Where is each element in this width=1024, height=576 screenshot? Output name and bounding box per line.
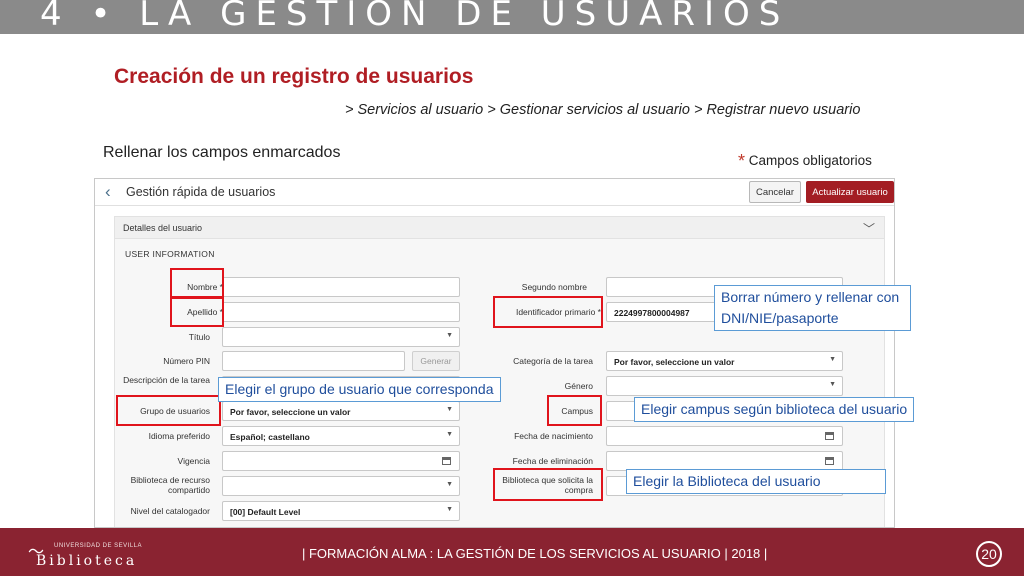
calendar-icon[interactable] [825, 432, 834, 440]
calendar-icon[interactable] [442, 457, 451, 465]
callout-identificador: Borrar número y rellenar con DNI/NIE/pas… [714, 285, 911, 331]
categoria-tarea-value: Por favor, seleccione un valor [614, 357, 735, 367]
nombre-input[interactable] [222, 277, 460, 297]
fecha-eliminacion-input[interactable] [606, 451, 843, 471]
dropdown-arrow-icon: ▼ [446, 332, 453, 339]
numero-pin-label: Número PIN [163, 356, 210, 366]
dropdown-arrow-icon: ▼ [446, 481, 453, 488]
dropdown-arrow-icon: ▼ [446, 506, 453, 513]
logo-name-text: Biblioteca [36, 553, 138, 569]
biblioteca-recurso-select[interactable]: ▼ [222, 476, 460, 496]
idioma-select[interactable]: Español; castellano ▼ [222, 426, 460, 446]
alma-page-title: Gestión rápida de usuarios [126, 185, 276, 199]
footer-text: | FORMACIÓN ALMA : LA GESTIÓN DE LOS SER… [302, 546, 768, 561]
dropdown-arrow-icon: ▼ [829, 356, 836, 363]
grupo-usuarios-select[interactable]: Por favor, seleccione un valor ▼ [222, 401, 460, 421]
fecha-nacimiento-label: Fecha de nacimiento [514, 431, 593, 441]
titulo-select[interactable]: ▼ [222, 327, 460, 347]
highlight-campus [547, 395, 602, 426]
callout-campus: Elegir campus según biblioteca del usuar… [634, 397, 915, 422]
genero-select[interactable]: ▼ [606, 376, 843, 396]
update-user-button[interactable]: Actualizar usuario [806, 181, 894, 203]
apellido-input[interactable] [222, 302, 460, 322]
highlight-biblioteca-solicita [493, 468, 603, 501]
required-star: * [738, 151, 746, 171]
descripcion-tarea-label: Descripción de la tarea [123, 375, 210, 385]
highlight-nombre [170, 268, 224, 299]
grupo-usuarios-value: Por favor, seleccione un valor [230, 407, 351, 417]
cancel-button[interactable]: Cancelar [749, 181, 801, 203]
user-details-title: Detalles del usuario [123, 223, 203, 233]
page-number: 20 [976, 541, 1002, 567]
required-note-text: Campos obligatorios [748, 153, 872, 168]
vigencia-label: Vigencia [177, 456, 210, 466]
slide-header-title: 4 • LA GESTIÓN DE USUARIOS [40, 0, 790, 34]
generate-pin-button[interactable]: Generar [412, 351, 460, 371]
biblioteca-recurso-label: Biblioteca de recurso compartido [130, 475, 210, 495]
logo-university-text: UNIVERSIDAD DE SEVILLA [54, 543, 143, 549]
user-details-header[interactable]: Detalles del usuario ﹀ [115, 217, 884, 239]
highlight-grupo-usuarios [116, 395, 221, 426]
required-note: * Campos obligatorios [738, 151, 872, 172]
callout-biblioteca: Elegir la Biblioteca del usuario [626, 469, 886, 494]
nivel-catalogador-value: [00] Default Level [230, 507, 301, 517]
categoria-tarea-label: Categoría de la tarea [513, 356, 593, 366]
fecha-eliminacion-label: Fecha de eliminación [512, 456, 593, 466]
alma-topbar: ‹ Gestión rápida de usuarios Cancelar Ac… [95, 179, 894, 206]
slide-header: 4 • LA GESTIÓN DE USUARIOS [0, 0, 1024, 34]
nivel-catalogador-label: Nivel del catalogador [130, 506, 210, 516]
highlight-apellido [170, 296, 224, 327]
titulo-label: Título [188, 332, 210, 342]
chevron-down-icon[interactable]: ﹀ [863, 220, 875, 237]
biblioteca-logo: 〜 UNIVERSIDAD DE SEVILLA Biblioteca [22, 538, 143, 572]
vigencia-input[interactable] [222, 451, 460, 471]
slide-footer: 〜 UNIVERSIDAD DE SEVILLA Biblioteca | FO… [0, 528, 1024, 576]
highlight-identificador [493, 296, 603, 328]
chevron-left-icon[interactable]: ‹ [105, 182, 111, 202]
breadcrumb: > Servicios al usuario > Gestionar servi… [345, 102, 861, 118]
dropdown-arrow-icon: ▼ [446, 431, 453, 438]
dropdown-arrow-icon: ▼ [829, 381, 836, 388]
dropdown-arrow-icon: ▼ [446, 406, 453, 413]
numero-pin-input[interactable] [222, 351, 405, 371]
user-information-label: USER INFORMATION [125, 249, 215, 259]
callout-grupo-usuarios: Elegir el grupo de usuario que correspon… [218, 377, 501, 402]
categoria-tarea-select[interactable]: Por favor, seleccione un valor ▼ [606, 351, 843, 371]
section-title: Creación de un registro de usuarios [114, 65, 474, 88]
segundo-nombre-label: Segundo nombre [521, 282, 587, 292]
idioma-label: Idioma preferido [148, 431, 210, 441]
fecha-nacimiento-input[interactable] [606, 426, 843, 446]
nivel-catalogador-select[interactable]: [00] Default Level ▼ [222, 501, 460, 521]
calendar-icon[interactable] [825, 457, 834, 465]
instruction-text: Rellenar los campos enmarcados [103, 144, 341, 161]
idioma-value: Español; castellano [230, 432, 310, 442]
